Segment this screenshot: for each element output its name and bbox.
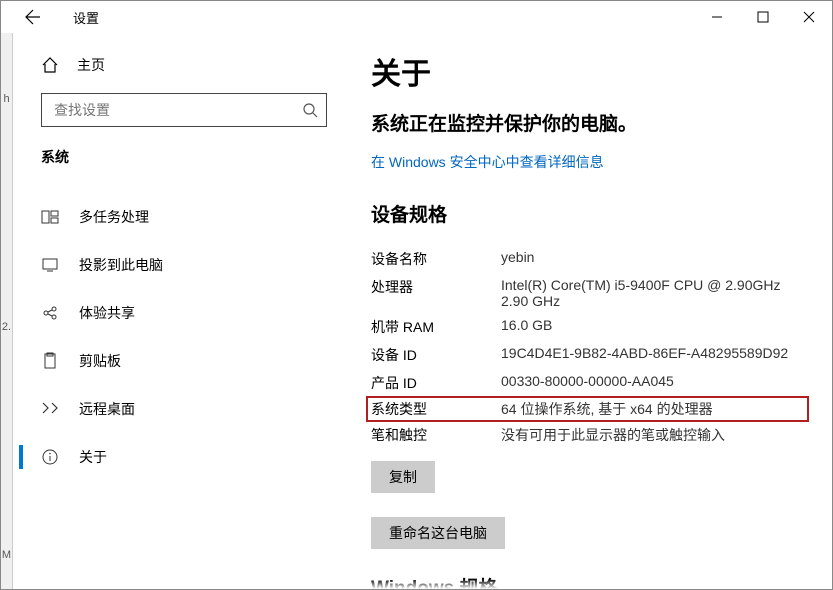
content-cutoff (343, 579, 832, 589)
spec-value: yebin (501, 249, 804, 265)
spec-value: 00330-80000-00000-AA045 (501, 373, 804, 389)
multitasking-icon (41, 208, 59, 226)
sidebar-item-remote[interactable]: 远程桌面 (13, 385, 343, 433)
sidebar-item-label: 体验共享 (79, 303, 135, 323)
search-box-wrap (13, 85, 343, 127)
spec-row-system-type: 系统类型 64 位操作系统, 基于 x64 的处理器 (367, 397, 808, 421)
spec-value: 64 位操作系统, 基于 x64 的处理器 (501, 399, 804, 419)
title-bar: 设置 (1, 1, 832, 33)
spec-row-ram: 机带 RAM 16.0 GB (371, 313, 804, 341)
spec-label: 处理器 (371, 277, 501, 297)
spec-row-processor: 处理器 Intel(R) Core(TM) i5-9400F CPU @ 2.9… (371, 273, 804, 313)
home-icon (41, 56, 59, 74)
page-title: 关于 (371, 49, 804, 93)
sidebar-item-shared[interactable]: 体验共享 (13, 289, 343, 337)
minimize-icon (711, 11, 723, 23)
sidebar-section-title: 系统 (13, 127, 343, 175)
device-spec-heading: 设备规格 (371, 200, 804, 227)
spec-label: 设备 ID (371, 345, 501, 365)
spec-row-product-id: 产品 ID 00330-80000-00000-AA045 (371, 369, 804, 397)
gutter-mark-mid: 2. (2, 321, 11, 333)
search-box[interactable] (41, 93, 327, 127)
close-button[interactable] (786, 1, 832, 33)
remote-icon (41, 400, 59, 418)
maximize-button[interactable] (740, 1, 786, 33)
search-icon (302, 102, 318, 118)
spec-label: 系统类型 (371, 399, 501, 419)
sidebar-item-label: 投影到此电脑 (79, 255, 163, 275)
project-icon (41, 256, 59, 274)
spec-row-device-name: 设备名称 yebin (371, 245, 804, 273)
spec-value: 16.0 GB (501, 317, 804, 333)
sidebar-item-label: 多任务处理 (79, 207, 149, 227)
back-arrow-icon (25, 9, 41, 25)
sidebar: 主页 系统 多任务处理 投影到此电脑 (13, 33, 343, 589)
main-panel: 关于 系统正在监控并保护你的电脑。 在 Windows 安全中心中查看详细信息 … (343, 33, 832, 589)
spec-value: Intel(R) Core(TM) i5-9400F CPU @ 2.90GHz… (501, 277, 804, 309)
back-button[interactable] (17, 1, 49, 33)
gutter-mark-top: h (3, 93, 9, 105)
spec-label: 设备名称 (371, 249, 501, 269)
spec-row-device-id: 设备 ID 19C4D4E1-9B82-4ABD-86EF-A48295589D… (371, 341, 804, 369)
content-area: h 2. M 主页 系统 多任务处理 (1, 33, 832, 589)
about-icon (41, 448, 59, 466)
minimize-button[interactable] (694, 1, 740, 33)
sidebar-item-label: 剪贴板 (79, 351, 121, 371)
sidebar-nav-list: 多任务处理 投影到此电脑 体验共享 剪贴板 远程桌面 (13, 193, 343, 481)
settings-window: 设置 h 2. M 主页 (0, 0, 833, 590)
sidebar-item-project[interactable]: 投影到此电脑 (13, 241, 343, 289)
home-label: 主页 (77, 55, 105, 75)
close-icon (803, 11, 815, 23)
home-button[interactable]: 主页 (13, 45, 343, 85)
spec-label: 笔和触控 (371, 425, 501, 445)
sidebar-item-label: 关于 (79, 447, 107, 467)
copy-button[interactable]: 复制 (371, 461, 435, 493)
spec-value: 没有可用于此显示器的笔或触控输入 (501, 425, 804, 445)
sidebar-item-multitasking[interactable]: 多任务处理 (13, 193, 343, 241)
rename-pc-button[interactable]: 重命名这台电脑 (371, 517, 505, 549)
protection-status: 系统正在监控并保护你的电脑。 (371, 109, 804, 136)
security-center-link[interactable]: 在 Windows 安全中心中查看详细信息 (371, 152, 604, 172)
sidebar-item-label: 远程桌面 (79, 399, 135, 419)
maximize-icon (757, 11, 769, 23)
search-input[interactable] (52, 101, 302, 119)
spec-row-pen-touch: 笔和触控 没有可用于此显示器的笔或触控输入 (371, 421, 804, 449)
spec-label: 产品 ID (371, 373, 501, 393)
spec-value: 19C4D4E1-9B82-4ABD-86EF-A48295589D92 (501, 345, 804, 361)
window-title: 设置 (73, 8, 99, 27)
left-gutter: h 2. M (1, 33, 13, 589)
sidebar-item-clipboard[interactable]: 剪贴板 (13, 337, 343, 385)
share-icon (41, 304, 59, 322)
gutter-mark-bottom: M (2, 549, 11, 561)
sidebar-item-about[interactable]: 关于 (13, 433, 343, 481)
window-controls (694, 1, 832, 33)
spec-label: 机带 RAM (371, 317, 501, 337)
clipboard-icon (41, 352, 59, 370)
